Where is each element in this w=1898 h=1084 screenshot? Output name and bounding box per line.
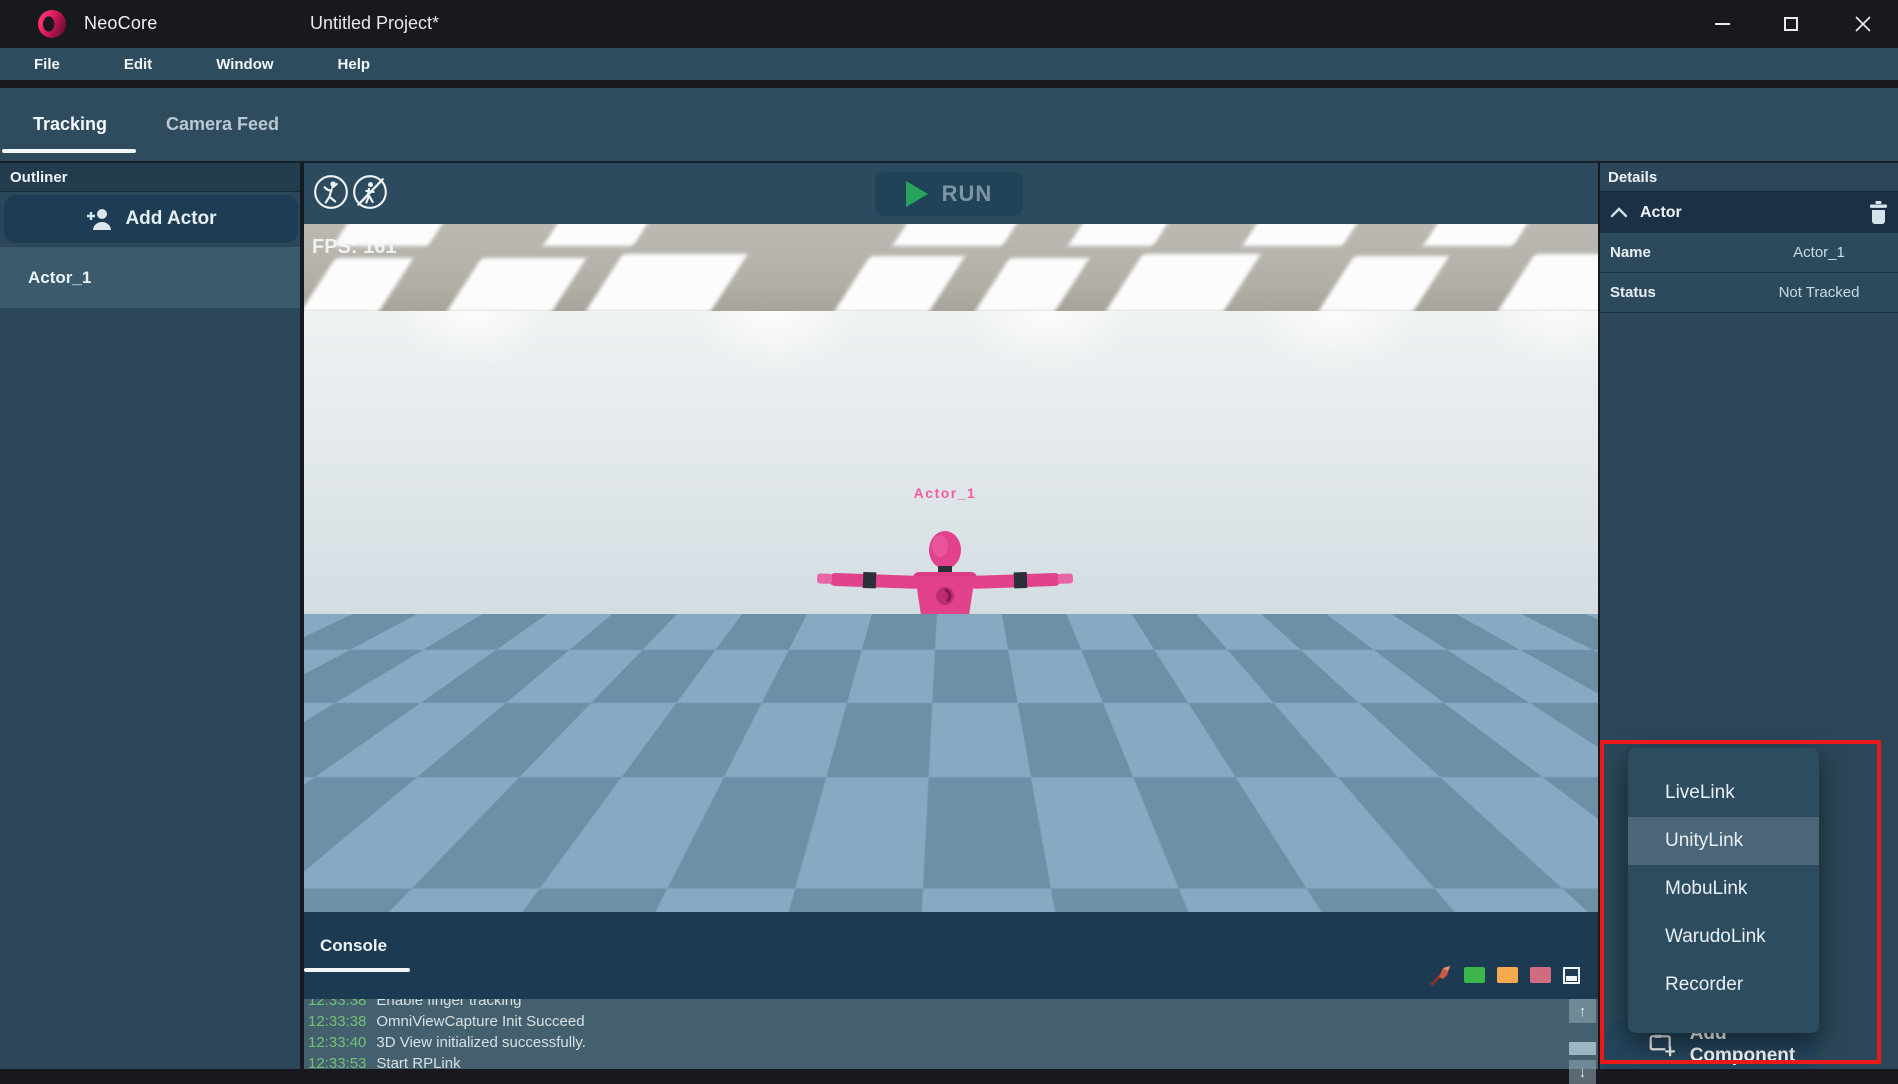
- actor-section-title: Actor: [1640, 204, 1869, 222]
- play-icon: [906, 181, 928, 207]
- scroll-up-button[interactable]: ↑: [1569, 999, 1596, 1023]
- titlebar-divider: [0, 80, 1898, 88]
- log-timestamp: 12:33:38: [308, 1013, 366, 1030]
- tab-tracking[interactable]: Tracking: [0, 88, 140, 161]
- minimize-icon: [1715, 23, 1730, 25]
- log-message: 3D View initialized successfully.: [376, 1034, 586, 1051]
- actor-name-label: Actor_1: [28, 268, 91, 288]
- gizmo-axis-red: [433, 848, 483, 852]
- property-row-status: Status Not Tracked: [1600, 273, 1898, 313]
- component-dropdown-menu: LiveLink UnityLink MobuLink WarudoLink R…: [1628, 748, 1819, 1033]
- details-header: Details: [1600, 163, 1898, 192]
- log-line: 12:33:38 Enable finger tracking: [308, 999, 1564, 1011]
- 3d-viewport[interactable]: FPS: 161 Actor_1: [304, 224, 1598, 912]
- menu-window[interactable]: Window: [202, 52, 287, 77]
- property-value: Not Tracked: [1740, 284, 1898, 301]
- actor-section-header[interactable]: Actor: [1600, 192, 1898, 233]
- menu-edit[interactable]: Edit: [110, 52, 166, 77]
- tab-camera-feed-label: Camera Feed: [166, 114, 279, 135]
- log-filter-info-swatch[interactable]: [1464, 967, 1485, 983]
- person-pose-icon: [312, 173, 350, 211]
- menu-item-livelink[interactable]: LiveLink: [1628, 769, 1819, 817]
- menu-help[interactable]: Help: [324, 52, 385, 77]
- person-plus-icon: [85, 207, 113, 231]
- log-line: 12:33:53 Start RPLink: [308, 1053, 1564, 1069]
- console-panel: Console 12:33:38 Enable finger tracking: [304, 912, 1598, 1069]
- console-toolbar: [1430, 964, 1580, 986]
- console-frame-icon[interactable]: [1563, 967, 1580, 984]
- close-icon: [1855, 16, 1871, 32]
- outliner-item-actor1[interactable]: Actor_1: [0, 247, 300, 308]
- property-label: Name: [1610, 244, 1740, 261]
- paintbrush-icon[interactable]: [1430, 964, 1452, 986]
- add-actor-button[interactable]: Add Actor: [4, 195, 298, 243]
- close-button[interactable]: [1835, 0, 1891, 48]
- maximize-button[interactable]: [1763, 0, 1819, 48]
- viewport-column: RUN FPS: 161 Actor_1: [304, 163, 1598, 1069]
- frame-plus-icon: [1649, 1031, 1676, 1058]
- fps-counter: FPS: 161: [312, 236, 396, 259]
- menu-bar: File Edit Window Help: [0, 48, 1898, 80]
- log-line: 12:33:38 OmniViewCapture Init Succeed: [308, 1011, 1564, 1032]
- title-bar: NeoCore Untitled Project*: [0, 0, 1898, 48]
- console-log-area[interactable]: 12:33:38 Enable finger tracking 12:33:38 O…: [308, 999, 1564, 1069]
- actor-3d-label: Actor_1: [865, 485, 1025, 501]
- project-title: Untitled Project*: [310, 13, 439, 34]
- neocore-logo-icon: [38, 10, 66, 38]
- console-header: Console: [304, 912, 1598, 999]
- log-message: Enable finger tracking: [376, 999, 521, 1009]
- app-name: NeoCore: [84, 13, 157, 34]
- log-line: 12:33:40 3D View initialized successfully…: [308, 1032, 1564, 1053]
- menu-item-warudolink[interactable]: WarudoLink: [1628, 913, 1819, 961]
- log-message: Start RPLink: [376, 1055, 460, 1069]
- add-actor-label: Add Actor: [125, 208, 216, 230]
- viewport-toolbar: RUN: [304, 163, 1598, 224]
- console-tab[interactable]: Console: [320, 936, 387, 956]
- actor-mannequin[interactable]: [815, 520, 1075, 750]
- hand-tracking-toggle[interactable]: [351, 173, 389, 211]
- run-button[interactable]: RUN: [875, 172, 1023, 216]
- menu-item-unitylink[interactable]: UnityLink: [1628, 817, 1819, 865]
- log-message: OmniViewCapture Init Succeed: [376, 1013, 584, 1030]
- log-filter-error-swatch[interactable]: [1530, 967, 1551, 983]
- property-label: Status: [1610, 284, 1740, 301]
- scroll-down-button[interactable]: ↓: [1569, 1060, 1596, 1084]
- log-filter-warning-swatch[interactable]: [1497, 967, 1518, 983]
- maximize-icon: [1784, 17, 1798, 31]
- outliner-title: Outliner: [10, 169, 68, 186]
- body-tracking-toggle[interactable]: [312, 173, 350, 211]
- tab-camera-feed[interactable]: Camera Feed: [140, 88, 305, 161]
- console-scrollbar: ↑ ↓: [1569, 999, 1597, 1069]
- log-timestamp: 12:33:53: [308, 1055, 366, 1069]
- gizmo-axis-green: [433, 787, 436, 850]
- property-row-name: Name Actor_1: [1600, 233, 1898, 273]
- outliner-panel: Outliner Add Actor Actor_1: [0, 163, 302, 1069]
- active-tab-underline: [2, 149, 136, 153]
- trash-icon[interactable]: [1869, 201, 1888, 224]
- outliner-header: Outliner: [0, 163, 300, 192]
- tab-tracking-label: Tracking: [33, 114, 107, 135]
- property-value[interactable]: Actor_1: [1740, 244, 1898, 261]
- log-timestamp: 12:33:38: [308, 999, 366, 1009]
- person-slash-icon: [351, 173, 389, 211]
- scroll-thumb[interactable]: [1569, 1042, 1596, 1055]
- details-title: Details: [1608, 169, 1657, 186]
- console-tab-underline: [304, 968, 410, 972]
- menu-file[interactable]: File: [20, 52, 74, 77]
- chevron-up-icon[interactable]: [1610, 207, 1628, 218]
- run-label: RUN: [942, 181, 993, 207]
- log-timestamp: 12:33:40: [308, 1034, 366, 1051]
- tab-bar: Tracking Camera Feed: [0, 88, 1898, 163]
- menu-item-mobulink[interactable]: MobuLink: [1628, 865, 1819, 913]
- minimize-button[interactable]: [1694, 0, 1750, 48]
- menu-item-recorder[interactable]: Recorder: [1628, 961, 1819, 1009]
- ceiling: [304, 224, 1598, 311]
